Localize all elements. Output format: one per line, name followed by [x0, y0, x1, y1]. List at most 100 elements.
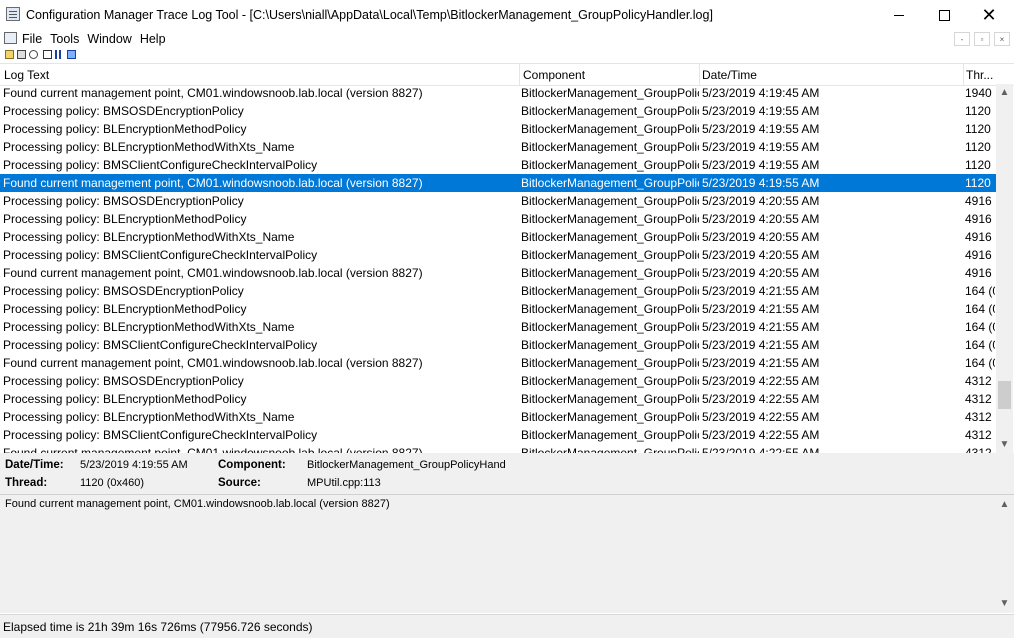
table-row[interactable]: Processing policy: BLEncryptionMethodPol…: [0, 300, 996, 318]
component-cell: BitlockerManagement_GroupPolicyHandler: [521, 122, 699, 136]
thread-cell: 1120: [965, 104, 991, 118]
table-row[interactable]: Processing policy: BLEncryptionMethodWit…: [0, 408, 996, 426]
mdi-restore-button[interactable]: ▫: [974, 32, 990, 46]
thread-cell: 4312: [965, 446, 992, 453]
thread-cell: 4312: [965, 410, 992, 424]
message-pane[interactable]: Found current management point, CM01.win…: [0, 494, 1014, 613]
datetime-value: 5/23/2019 4:19:55 AM: [80, 459, 188, 471]
component-value: BitlockerManagement_GroupPolicyHand: [307, 459, 506, 471]
datetime-cell: 5/23/2019 4:20:55 AM: [702, 266, 820, 280]
menu-bar: File Tools Window Help - ▫ ×: [0, 30, 1014, 48]
scroll-down-icon[interactable]: ▼: [996, 595, 1013, 612]
log-scrollbar[interactable]: ▲ ▼: [996, 84, 1013, 453]
column-datetime[interactable]: Date/Time: [702, 68, 757, 82]
menu-window[interactable]: Window: [87, 32, 131, 46]
thread-cell: 4312: [965, 392, 992, 406]
datetime-cell: 5/23/2019 4:20:55 AM: [702, 248, 820, 262]
thread-cell: 164 (0: [965, 302, 995, 316]
component-cell: BitlockerManagement_GroupPolicyHandler: [521, 266, 699, 280]
column-divider[interactable]: [519, 64, 520, 85]
table-row[interactable]: Processing policy: BMSOSDEncryptionPolic…: [0, 372, 996, 390]
table-row[interactable]: Found current management point, CM01.win…: [0, 264, 996, 282]
close-button[interactable]: ✕: [966, 0, 1012, 30]
print-icon[interactable]: [17, 50, 26, 59]
column-divider[interactable]: [963, 64, 964, 85]
table-row[interactable]: Processing policy: BLEncryptionMethodPol…: [0, 390, 996, 408]
log-text-cell: Found current management point, CM01.win…: [3, 266, 423, 280]
mdi-minimize-button[interactable]: -: [954, 32, 970, 46]
datetime-cell: 5/23/2019 4:21:55 AM: [702, 284, 820, 298]
datetime-cell: 5/23/2019 4:22:55 AM: [702, 392, 820, 406]
table-row[interactable]: Found current management point, CM01.win…: [0, 174, 996, 192]
thread-cell: 164 (0: [965, 338, 995, 352]
open-icon[interactable]: [5, 50, 14, 59]
scroll-down-icon[interactable]: ▼: [996, 436, 1013, 453]
datetime-cell: 5/23/2019 4:22:55 AM: [702, 446, 820, 453]
thread-cell: 164 (0: [965, 320, 995, 334]
thread-cell: 4916: [965, 230, 992, 244]
table-row[interactable]: Processing policy: BLEncryptionMethodPol…: [0, 120, 996, 138]
column-divider[interactable]: [699, 64, 700, 85]
log-text-cell: Processing policy: BLEncryptionMethodPol…: [3, 302, 247, 316]
pause-icon[interactable]: [55, 50, 57, 59]
find-icon[interactable]: [29, 50, 38, 59]
table-row[interactable]: Processing policy: BLEncryptionMethodWit…: [0, 318, 996, 336]
menu-help[interactable]: Help: [140, 32, 166, 46]
source-label: Source:: [218, 477, 261, 489]
datetime-cell: 5/23/2019 4:19:55 AM: [702, 104, 820, 118]
datetime-cell: 5/23/2019 4:22:55 AM: [702, 374, 820, 388]
mdi-close-button[interactable]: ×: [994, 32, 1010, 46]
table-row[interactable]: Processing policy: BMSClientConfigureChe…: [0, 246, 996, 264]
filter-icon[interactable]: [67, 50, 76, 59]
thread-value: 1120 (0x460): [80, 477, 145, 489]
menu-file[interactable]: File: [22, 32, 42, 46]
message-scrollbar[interactable]: ▲ ▼: [996, 496, 1013, 612]
log-text-cell: Processing policy: BMSOSDEncryptionPolic…: [3, 284, 244, 298]
log-grid-header: Log Text Component Date/Time Thr...: [0, 63, 1014, 86]
table-row[interactable]: Processing policy: BMSClientConfigureChe…: [0, 336, 996, 354]
log-text-cell: Processing policy: BLEncryptionMethodWit…: [3, 320, 295, 334]
thread-cell: 4312: [965, 374, 992, 388]
datetime-cell: 5/23/2019 4:19:45 AM: [702, 86, 820, 100]
log-text-cell: Processing policy: BMSOSDEncryptionPolic…: [3, 194, 244, 208]
table-row[interactable]: Processing policy: BMSOSDEncryptionPolic…: [0, 282, 996, 300]
minimize-button[interactable]: [876, 0, 922, 30]
table-row[interactable]: Processing policy: BMSClientConfigureChe…: [0, 156, 996, 174]
log-text-cell: Found current management point, CM01.win…: [3, 176, 423, 190]
component-label: Component:: [218, 459, 286, 471]
scroll-thumb[interactable]: [998, 381, 1011, 409]
app-icon: [6, 7, 20, 21]
component-cell: BitlockerManagement_GroupPolicyHandler: [521, 284, 699, 298]
column-thread[interactable]: Thr...: [966, 68, 993, 82]
component-cell: BitlockerManagement_GroupPolicyHandler: [521, 356, 699, 370]
table-row[interactable]: Processing policy: BMSOSDEncryptionPolic…: [0, 102, 996, 120]
component-cell: BitlockerManagement_GroupPolicyHandler: [521, 320, 699, 334]
scroll-up-icon[interactable]: ▲: [996, 496, 1013, 513]
component-cell: BitlockerManagement_GroupPolicyHandler: [521, 392, 699, 406]
table-row[interactable]: Found current management point, CM01.win…: [0, 354, 996, 372]
log-text-cell: Processing policy: BLEncryptionMethodPol…: [3, 122, 247, 136]
table-row[interactable]: Processing policy: BLEncryptionMethodWit…: [0, 228, 996, 246]
scroll-up-icon[interactable]: ▲: [996, 84, 1013, 101]
table-row[interactable]: Processing policy: BLEncryptionMethodWit…: [0, 138, 996, 156]
table-row[interactable]: Found current management point, CM01.win…: [0, 444, 996, 453]
column-log-text[interactable]: Log Text: [4, 68, 49, 82]
thread-cell: 1120: [965, 158, 991, 172]
table-row[interactable]: Processing policy: BMSClientConfigureChe…: [0, 426, 996, 444]
datetime-cell: 5/23/2019 4:19:55 AM: [702, 158, 820, 172]
component-cell: BitlockerManagement_GroupPolicyHandler: [521, 446, 699, 453]
thread-cell: 4916: [965, 266, 992, 280]
component-cell: BitlockerManagement_GroupPolicyHandler: [521, 176, 699, 190]
table-row[interactable]: Processing policy: BLEncryptionMethodPol…: [0, 210, 996, 228]
maximize-button[interactable]: [921, 0, 967, 30]
column-component[interactable]: Component: [523, 68, 585, 82]
component-cell: BitlockerManagement_GroupPolicyHandler: [521, 194, 699, 208]
table-row[interactable]: Found current management point, CM01.win…: [0, 84, 996, 102]
highlight-icon[interactable]: [43, 50, 52, 59]
datetime-cell: 5/23/2019 4:19:55 AM: [702, 122, 820, 136]
toolbar: [0, 48, 1014, 62]
thread-cell: 4916: [965, 212, 992, 226]
component-cell: BitlockerManagement_GroupPolicyHandler: [521, 86, 699, 100]
menu-tools[interactable]: Tools: [50, 32, 79, 46]
table-row[interactable]: Processing policy: BMSOSDEncryptionPolic…: [0, 192, 996, 210]
